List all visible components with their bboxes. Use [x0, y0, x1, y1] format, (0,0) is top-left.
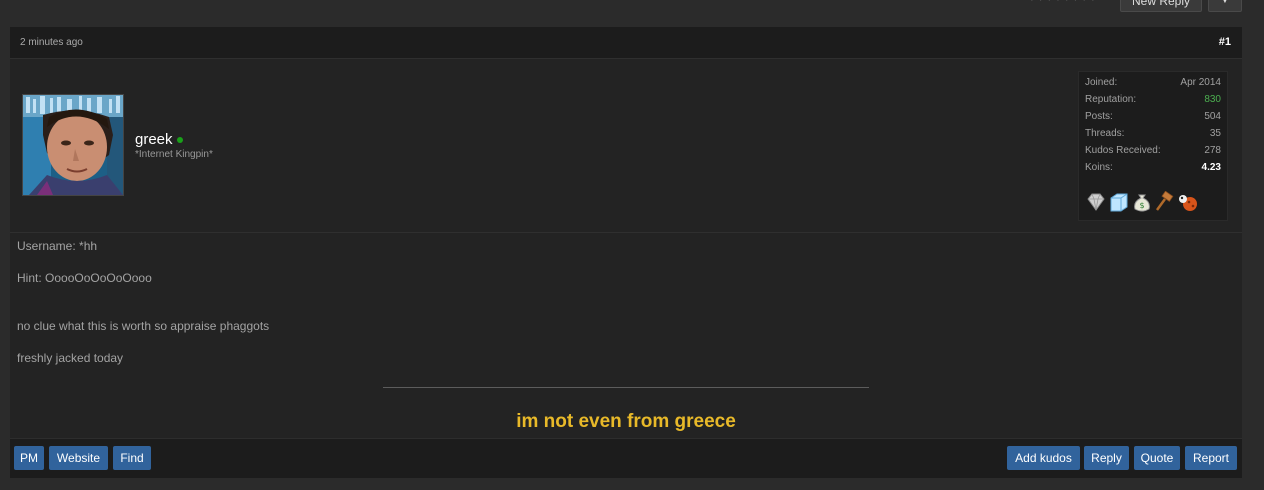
stat-posts: Posts: 504: [1085, 111, 1221, 125]
ladybug-award-icon[interactable]: [1177, 191, 1199, 213]
pm-button[interactable]: PM: [14, 446, 44, 470]
user-title: *Internet Kingpin*: [135, 149, 213, 160]
avatar[interactable]: [22, 94, 124, 196]
post-actions: PM Website Find Add kudos Reply Quote Re…: [10, 438, 1242, 478]
stat-value: 35: [1209, 128, 1221, 139]
quote-button[interactable]: Quote: [1134, 446, 1180, 470]
stat-label: Reputation:: [1085, 94, 1137, 105]
post-header: 2 minutes ago #1: [10, 27, 1242, 59]
post-body-line: Hint: OoooOoOoOoOooo: [17, 271, 152, 285]
post-body-line: Username: *hh: [17, 239, 98, 253]
report-button[interactable]: Report: [1185, 446, 1237, 470]
ice-cube-award-icon[interactable]: [1108, 191, 1130, 213]
thread-toolbar: · · · · · · · · New Reply ▼: [0, 0, 1264, 26]
gavel-award-icon[interactable]: [1154, 191, 1176, 213]
forum-post: 2 minutes ago #1 greek *Internet Kingpin…: [10, 27, 1242, 478]
post-number-link[interactable]: #1: [1219, 36, 1231, 48]
svg-text:$: $: [1139, 201, 1144, 210]
stat-value: 4.23: [1201, 162, 1221, 173]
username-link[interactable]: greek: [135, 131, 173, 148]
online-status-icon: [176, 137, 183, 144]
stat-value: 278: [1204, 145, 1221, 156]
post-author: greek: [135, 131, 183, 148]
reputation-link[interactable]: 830: [1204, 94, 1221, 105]
post-signature: im not even from greece: [516, 411, 736, 432]
post-body-line: freshly jacked today: [17, 351, 124, 365]
more-options-button[interactable]: ▼: [1208, 0, 1242, 12]
stat-joined: Joined: Apr 2014: [1085, 77, 1221, 91]
stat-label: Posts:: [1085, 111, 1113, 122]
find-button[interactable]: Find: [113, 446, 151, 470]
stat-value: Apr 2014: [1180, 77, 1221, 88]
post-timestamp: 2 minutes ago: [20, 37, 83, 48]
stat-value: 504: [1204, 111, 1221, 122]
add-kudos-button[interactable]: Add kudos: [1007, 446, 1080, 470]
money-bag-award-icon[interactable]: $: [1131, 191, 1153, 213]
stat-reputation: Reputation: 830: [1085, 94, 1221, 108]
stat-label: Joined:: [1085, 77, 1118, 88]
signature-divider: [383, 387, 869, 388]
pagination[interactable]: · · · · · · · ·: [1030, 0, 1096, 6]
stat-label: Koins:: [1085, 162, 1113, 173]
user-stats-panel: Joined: Apr 2014 Reputation: 830 Posts: …: [1078, 71, 1228, 221]
stat-label: Threads:: [1085, 128, 1125, 139]
reply-button[interactable]: Reply: [1084, 446, 1129, 470]
header-divider: [10, 232, 1242, 233]
stat-threads: Threads: 35: [1085, 128, 1221, 142]
stat-koins: Koins: 4.23: [1085, 162, 1221, 176]
post-body-line: no clue what this is worth so appraise p…: [17, 319, 270, 333]
stat-kudos: Kudos Received: 278: [1085, 145, 1221, 159]
stat-label: Kudos Received:: [1085, 145, 1161, 156]
diamond-award-icon[interactable]: [1085, 191, 1107, 213]
website-button[interactable]: Website: [49, 446, 108, 470]
user-avatar-photo-icon: [23, 95, 123, 195]
new-reply-button[interactable]: New Reply: [1120, 0, 1202, 12]
